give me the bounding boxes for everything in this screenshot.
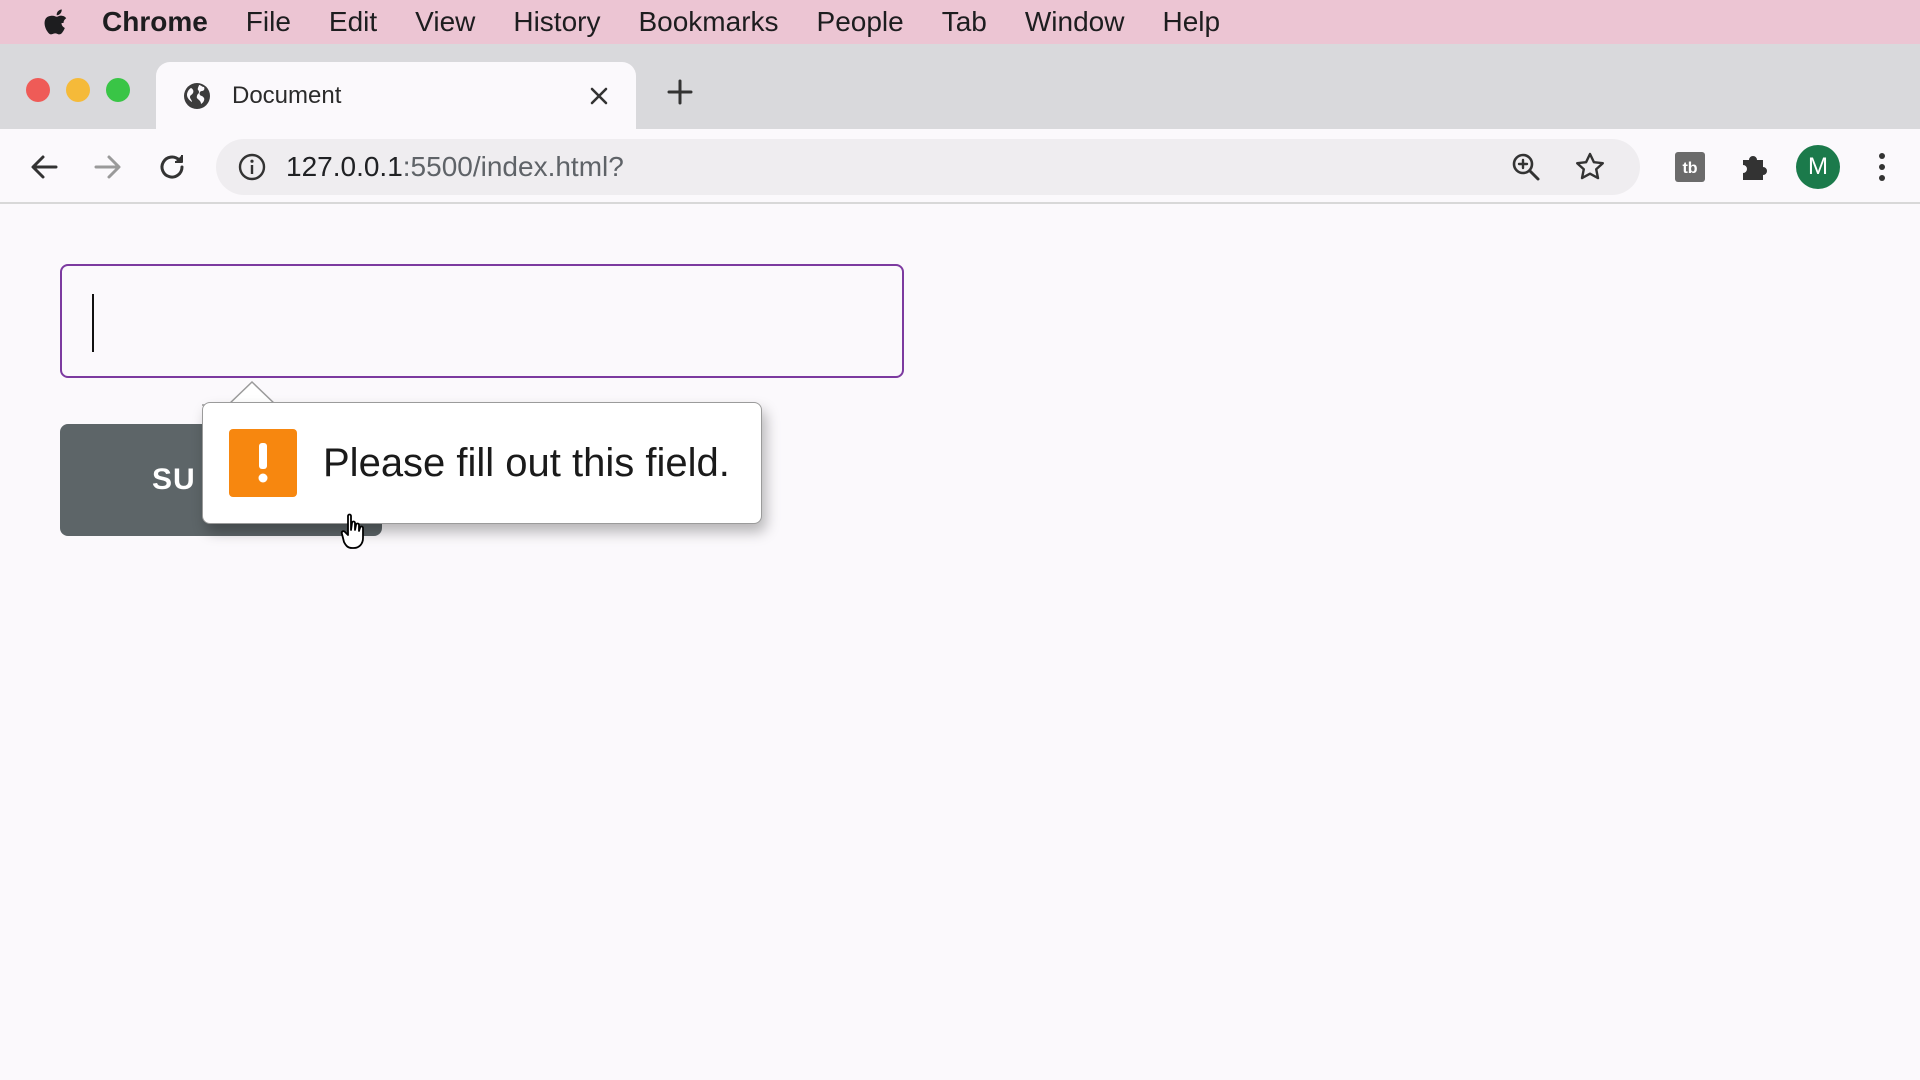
menu-view[interactable]: View	[415, 6, 475, 38]
tab-title: Document	[232, 81, 342, 109]
back-arrow-icon[interactable]	[24, 147, 64, 187]
bookmark-star-icon[interactable]	[1574, 151, 1606, 183]
apple-icon[interactable]	[40, 6, 70, 38]
text-input[interactable]	[60, 264, 904, 378]
window-close-button[interactable]	[26, 78, 50, 102]
menu-people[interactable]: People	[817, 6, 904, 38]
more-menu-icon[interactable]	[1862, 147, 1902, 187]
menu-bar: Chrome File Edit View History Bookmarks …	[0, 0, 1920, 44]
globe-icon	[182, 81, 212, 111]
forward-arrow-icon[interactable]	[88, 147, 128, 187]
tab-strip: Document	[0, 44, 1920, 129]
browser-toolbar: 127.0.0.1:5500/index.html? tb M	[0, 129, 1920, 204]
url-host: 127.0.0.1	[286, 151, 403, 182]
menu-file[interactable]: File	[246, 6, 291, 38]
site-info-icon[interactable]	[236, 151, 268, 183]
zoom-icon[interactable]	[1510, 151, 1542, 183]
extensions-puzzle-icon[interactable]	[1734, 147, 1774, 187]
tab-close-icon[interactable]	[576, 73, 622, 119]
text-caret	[92, 294, 94, 352]
url-path: :5500/index.html?	[402, 151, 624, 182]
hand-pointer-cursor-icon	[340, 513, 364, 549]
menu-window[interactable]: Window	[1025, 6, 1125, 38]
warning-icon	[229, 429, 297, 497]
menu-bookmarks[interactable]: Bookmarks	[638, 6, 778, 38]
menu-history[interactable]: History	[513, 6, 600, 38]
address-bar[interactable]: 127.0.0.1:5500/index.html?	[216, 139, 1640, 195]
reload-icon[interactable]	[152, 147, 192, 187]
new-tab-plus-icon[interactable]	[662, 74, 698, 110]
validation-tooltip: Please fill out this field.	[202, 402, 762, 524]
menu-help[interactable]: Help	[1162, 6, 1220, 38]
page-content: SU Please fill out this field.	[0, 204, 1920, 1080]
tooltip-message: Please fill out this field.	[323, 440, 730, 485]
window-minimize-button[interactable]	[66, 78, 90, 102]
extension-tb-icon[interactable]: tb	[1670, 147, 1710, 187]
url-text[interactable]: 127.0.0.1:5500/index.html?	[286, 151, 624, 183]
profile-avatar[interactable]: M	[1796, 145, 1840, 189]
menu-tab[interactable]: Tab	[942, 6, 987, 38]
menu-chrome[interactable]: Chrome	[102, 6, 208, 38]
window-maximize-button[interactable]	[106, 78, 130, 102]
svg-text:tb: tb	[1682, 160, 1697, 177]
tab-document[interactable]: Document	[156, 62, 636, 129]
menu-edit[interactable]: Edit	[329, 6, 377, 38]
